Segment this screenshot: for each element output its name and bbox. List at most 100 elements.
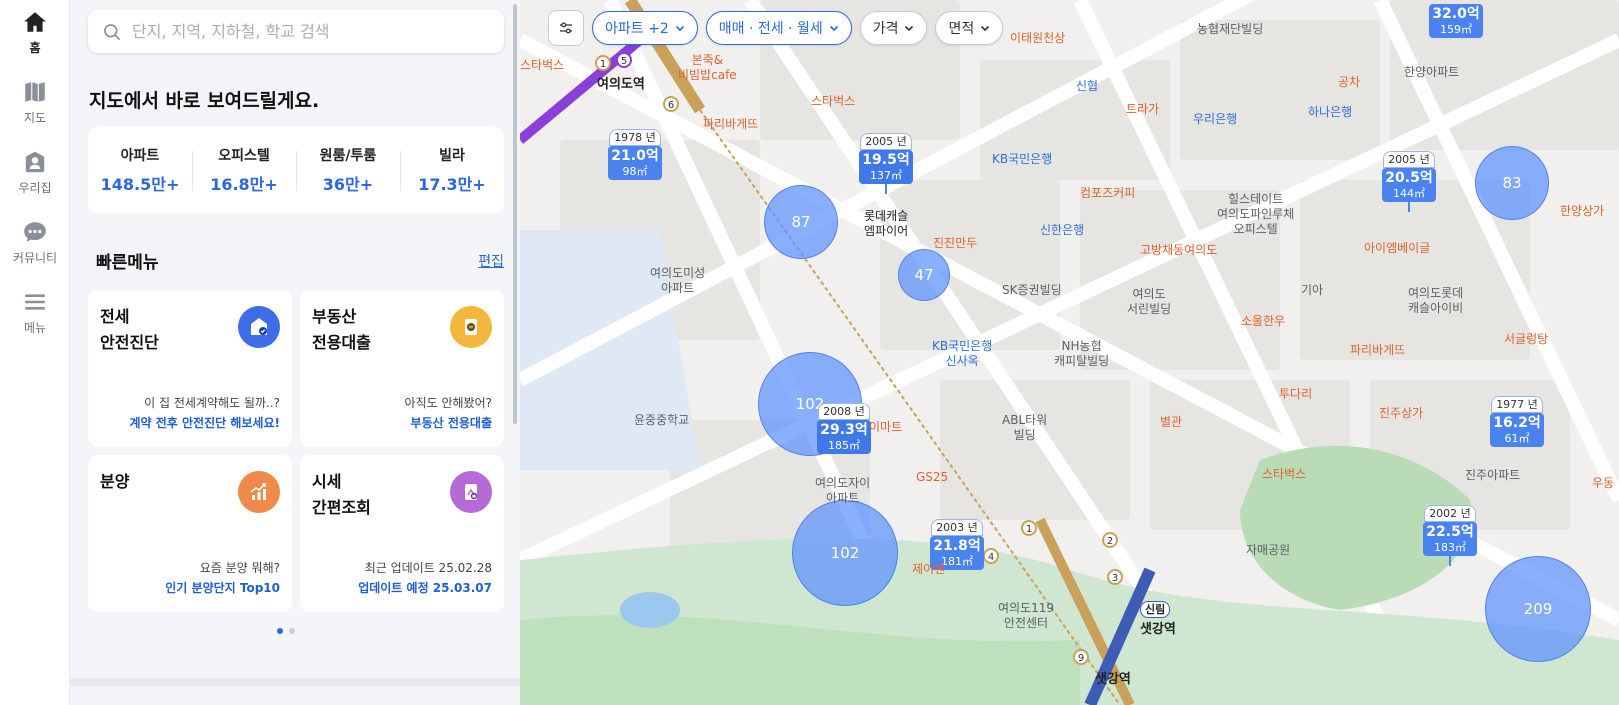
map-label[interactable]: 공차: [1338, 75, 1360, 90]
stat-officetel[interactable]: 오피스텔 16.8만+: [192, 145, 296, 195]
map-label[interactable]: 컴포즈커피: [1080, 186, 1135, 201]
stat-apartment[interactable]: 아파트 148.5만+: [88, 145, 192, 195]
price-pin-award[interactable]: 2005 년 19.5억 137㎡: [859, 130, 913, 194]
map-label[interactable]: 신협: [1076, 79, 1098, 94]
map-label[interactable]: 트라가: [1126, 102, 1159, 117]
card-link[interactable]: 인기 분양단지 Top10: [165, 579, 280, 596]
price-search-icon: [450, 471, 492, 513]
map-label[interactable]: 파리바게뜨: [1350, 343, 1405, 358]
map-label[interactable]: GS25: [916, 470, 948, 485]
stat-villa[interactable]: 빌라 17.3만+: [400, 145, 504, 195]
quick-card-loan[interactable]: 부동산 전용대출 아직도 안해봤어? 부동산 전용대출: [300, 290, 504, 447]
price-filter[interactable]: 가격: [859, 11, 928, 45]
stat-value: 16.8만+: [210, 175, 278, 194]
map-label[interactable]: 고방채동여의도: [1140, 243, 1217, 258]
map-label[interactable]: 여의도 서린빌딩: [1127, 287, 1171, 317]
stat-oneroom[interactable]: 원룸/투룸 36만+: [296, 145, 400, 195]
price-pin[interactable]: 2005 년 20.5억 144㎡: [1382, 148, 1436, 212]
map-label[interactable]: 별관: [1160, 415, 1182, 430]
map-cluster[interactable]: 102: [792, 500, 898, 606]
map-label[interactable]: 진주상가: [1379, 406, 1423, 421]
search-box[interactable]: [88, 10, 504, 53]
map-label[interactable]: 신한은행: [1040, 223, 1084, 238]
card-link[interactable]: 계약 전후 안전진단 해보세요!: [130, 414, 281, 431]
map-cluster[interactable]: 209: [1485, 556, 1591, 662]
carousel-dot[interactable]: [289, 628, 295, 634]
map-label[interactable]: 서글렁탕: [1504, 332, 1548, 347]
map-label[interactable]: 제이렌: [912, 562, 945, 577]
map-label[interactable]: ABL타워 빌딩: [1002, 413, 1047, 443]
map-label[interactable]: 윤중중학교: [634, 413, 689, 428]
map-cluster[interactable]: 87: [764, 185, 838, 259]
map-label[interactable]: SK증권빌딩: [1002, 283, 1062, 298]
quick-card-price-lookup[interactable]: 시세 간편조회 최근 업데이트 25.02.28 업데이트 예정 25.03.0…: [300, 455, 504, 612]
price-pin[interactable]: 1978 년 21.0억 98㎡: [608, 126, 662, 180]
map-label[interactable]: 아이엠베이글: [1364, 241, 1430, 256]
map-label[interactable]: 샛강역: [1095, 672, 1131, 687]
nav-map[interactable]: 지도: [0, 72, 70, 132]
map-label[interactable]: 스타벅스: [811, 94, 855, 109]
map-label[interactable]: KB국민은행: [992, 152, 1052, 167]
quick-card-jeonse-safety[interactable]: 전세 안전진단 이 집 전세계약해도 될까..? 계약 전후 안전진단 해보세요…: [88, 290, 292, 447]
pin-year: 2008 년: [818, 403, 870, 420]
map-label[interactable]: 한양아파트: [1404, 65, 1459, 80]
map-label[interactable]: 여의도역: [597, 77, 645, 92]
map-label[interactable]: 본죽& 비빔밥cafe: [678, 53, 737, 83]
page-headline: 지도에서 바로 보여드릴게요.: [89, 90, 320, 112]
map-label[interactable]: 한양상가: [1560, 204, 1604, 219]
price-pin[interactable]: 2002 년 22.5억 183㎡: [1423, 502, 1477, 566]
card-link[interactable]: 업데이트 예정 25.03.07: [358, 579, 492, 596]
carousel-dot-active[interactable]: [277, 628, 283, 634]
nav-my-home[interactable]: 우리집: [0, 142, 70, 202]
card-description: 이 집 전세계약해도 될까..?: [144, 396, 280, 410]
map-label[interactable]: 파리바게뜨: [703, 117, 758, 132]
nav-menu[interactable]: 메뉴: [0, 282, 70, 342]
map-label[interactable]: 스타벅스: [520, 58, 564, 73]
map-label[interactable]: 우리은행: [1193, 112, 1237, 127]
map-label[interactable]: 기아: [1301, 283, 1323, 298]
card-link[interactable]: 부동산 전용대출: [411, 414, 492, 431]
pin-area: 98㎡: [622, 165, 648, 178]
price-pin[interactable]: 32.0억 159㎡: [1429, 4, 1483, 38]
map-cluster[interactable]: 47: [898, 249, 950, 301]
price-pin-award[interactable]: 2008 년 29.3억 185㎡: [817, 400, 871, 454]
map-label[interactable]: 스타벅스: [1262, 467, 1306, 482]
map-label[interactable]: 여의도미성 아파트: [650, 266, 705, 296]
map-label[interactable]: 롯데캐슬 엠파이어: [864, 209, 908, 239]
nav-community[interactable]: 커뮤니티: [0, 212, 70, 272]
search-input[interactable]: [132, 22, 504, 41]
map-label[interactable]: 이태원천상: [1010, 31, 1065, 46]
price-pin[interactable]: 1977 년 16.2억 61㎡: [1490, 393, 1544, 447]
map-label[interactable]: 우동: [1592, 476, 1614, 491]
quick-card-presale[interactable]: 분양 요즘 분양 뭐해? 인기 분양단지 Top10: [88, 455, 292, 612]
map-label[interactable]: 농협재단빌딩: [1197, 22, 1263, 37]
area-filter[interactable]: 면적: [935, 11, 1004, 45]
map-label[interactable]: 여의도롯데 캐슬아이비: [1408, 286, 1463, 316]
map-label[interactable]: 힐스테이트 여의도파인루체 오피스텔: [1217, 192, 1294, 237]
map-label[interactable]: 여의도119 안전센터: [998, 601, 1054, 631]
map-icon: [25, 81, 45, 102]
nav-home[interactable]: 홈: [0, 2, 70, 62]
filter-settings-button[interactable]: [548, 10, 584, 46]
map-view[interactable]: 1 5 6 1 2 4 3 9 아파트 +2 매매 · 전세 · 월세 가격 면…: [520, 0, 1619, 705]
panel-scrollbar[interactable]: [513, 4, 517, 424]
map-label[interactable]: 진진만두: [933, 236, 977, 251]
filter-label: 가격: [872, 21, 899, 37]
map-label[interactable]: 여의도자이 아파트: [815, 476, 870, 506]
map-cluster[interactable]: 83: [1475, 146, 1549, 220]
quick-menu-edit-link[interactable]: 편집: [478, 251, 504, 271]
map-label[interactable]: 신림: [1140, 601, 1171, 618]
map-label[interactable]: KB국민은행 신사옥: [932, 339, 992, 369]
property-type-filter[interactable]: 아파트 +2: [592, 11, 698, 45]
deal-type-filter[interactable]: 매매 · 전세 · 월세: [705, 11, 852, 45]
filter-bar: 아파트 +2 매매 · 전세 · 월세 가격 면적: [548, 10, 1004, 46]
map-label[interactable]: NH농협 캐피탈빌딩: [1054, 339, 1109, 369]
nav-label: 커뮤니티: [12, 250, 58, 265]
map-label[interactable]: 투다리: [1279, 387, 1312, 402]
map-label[interactable]: 하나은행: [1308, 105, 1352, 120]
map-label[interactable]: 소울한우: [1241, 314, 1285, 329]
map-label[interactable]: 진주아파트: [1465, 468, 1520, 483]
map-label[interactable]: 이마트: [869, 420, 902, 435]
map-label[interactable]: 샛강역: [1140, 622, 1176, 637]
map-label[interactable]: 자매공원: [1246, 543, 1290, 558]
